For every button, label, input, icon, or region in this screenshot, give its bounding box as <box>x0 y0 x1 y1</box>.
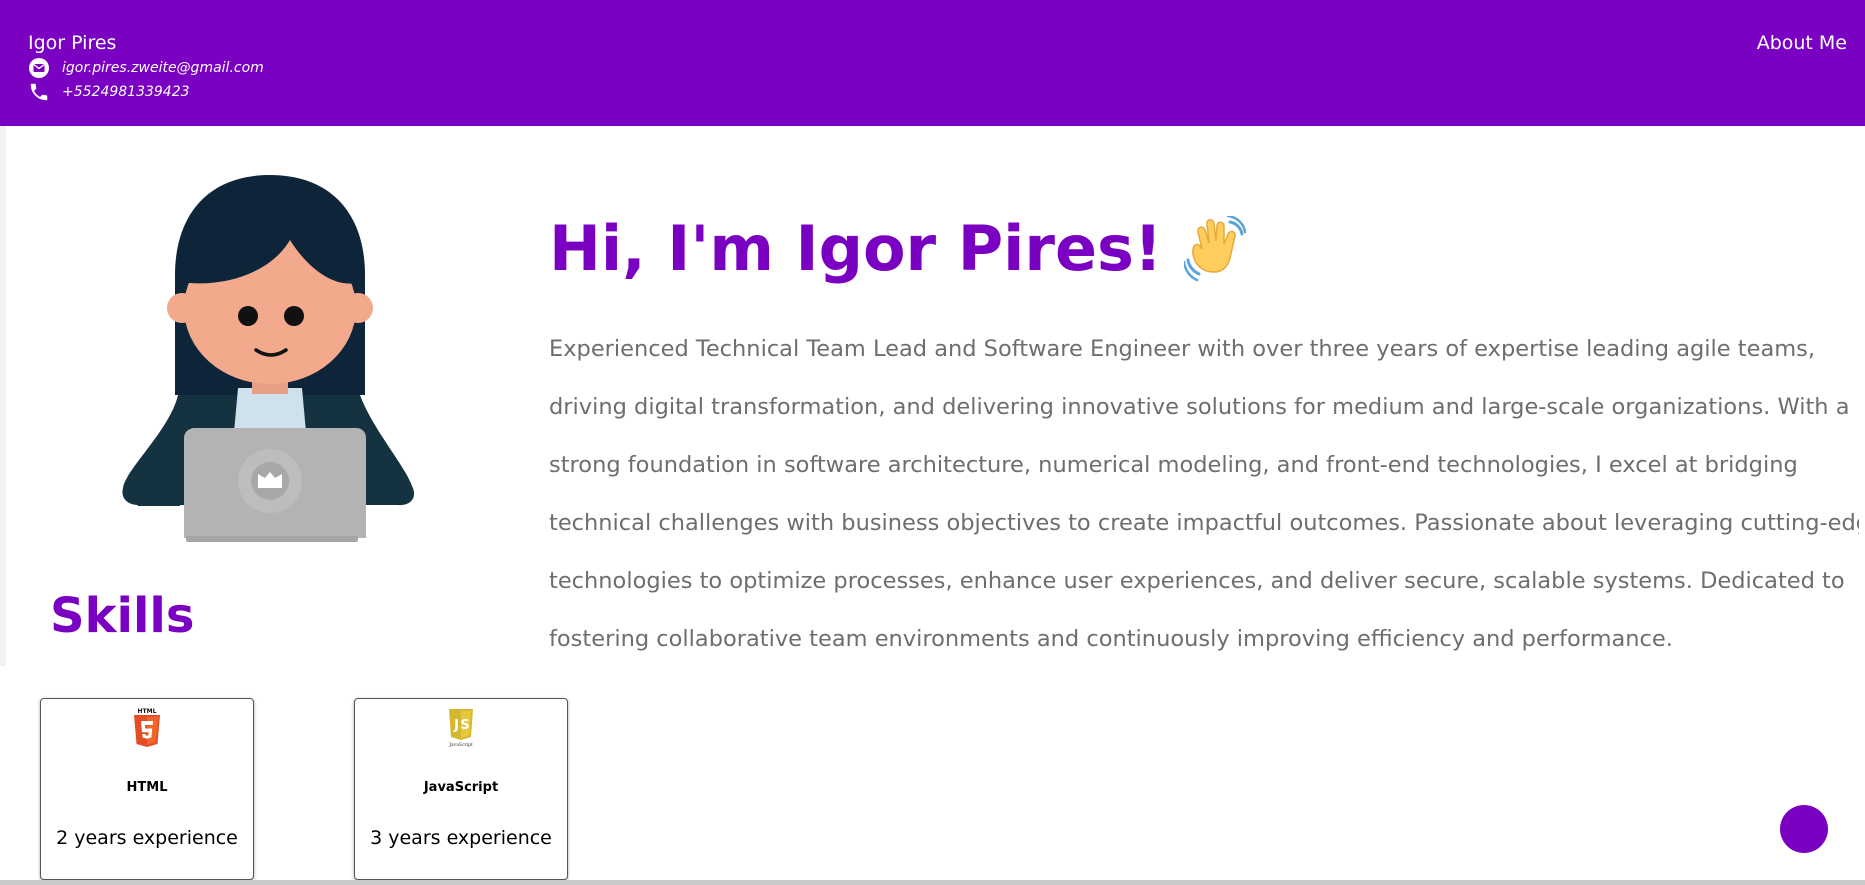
skill-name: HTML <box>126 780 168 795</box>
horizontal-scrollbar[interactable] <box>0 880 1865 885</box>
left-edge-shade <box>0 126 6 666</box>
hero-bio: Experienced Technical Team Lead and Soft… <box>549 306 1859 683</box>
skill-card-javascript[interactable]: J S JavaScript JavaScript 3 years experi… <box>354 698 568 880</box>
skill-experience: 3 years experience <box>370 827 552 849</box>
phone-contact[interactable]: +5524981339423 <box>28 81 190 103</box>
hero-title: Hi, I'm Igor Pires! <box>549 212 1247 285</box>
phone-text: +5524981339423 <box>62 84 190 100</box>
svg-text:S: S <box>460 718 469 733</box>
phone-icon <box>28 81 50 103</box>
svg-text:JavaScript: JavaScript <box>448 742 473 748</box>
javascript-logo-icon: J S JavaScript <box>446 707 476 749</box>
skill-name: JavaScript <box>423 780 499 795</box>
hero-bio-line: technologies to optimize processes, enha… <box>549 568 1845 594</box>
html5-logo-icon: HTML <box>132 707 162 749</box>
hero-bio-line: driving digital transformation, and deli… <box>549 394 1850 420</box>
hero-bio-line: technical challenges with business objec… <box>549 510 1859 536</box>
hero-title-text: Hi, I'm Igor Pires! <box>549 212 1163 285</box>
svg-text:HTML: HTML <box>138 708 157 715</box>
skill-card-html[interactable]: HTML HTML 2 years experience <box>40 698 254 880</box>
nav-about-me-link[interactable]: About Me <box>1757 32 1847 54</box>
floating-action-button[interactable] <box>1780 805 1828 853</box>
hero-bio-line: strong foundation in software architectu… <box>549 452 1798 478</box>
svg-text:J: J <box>453 718 459 733</box>
waving-hand-icon <box>1182 214 1247 282</box>
skill-experience: 2 years experience <box>56 827 238 849</box>
hero-bio-line: fostering collaborative team environment… <box>549 626 1673 652</box>
site-owner-name: Igor Pires <box>28 32 117 54</box>
hero-bio-line: Experienced Technical Team Lead and Soft… <box>549 336 1816 362</box>
skills-heading: Skills <box>50 588 195 644</box>
email-text: igor.pires.zweite@gmail.com <box>62 60 264 76</box>
developer-avatar-illustration <box>120 170 420 550</box>
envelope-icon <box>28 57 50 79</box>
email-contact[interactable]: igor.pires.zweite@gmail.com <box>28 57 264 79</box>
top-navbar: Igor Pires igor.pires.zweite@gmail.com +… <box>0 0 1865 126</box>
